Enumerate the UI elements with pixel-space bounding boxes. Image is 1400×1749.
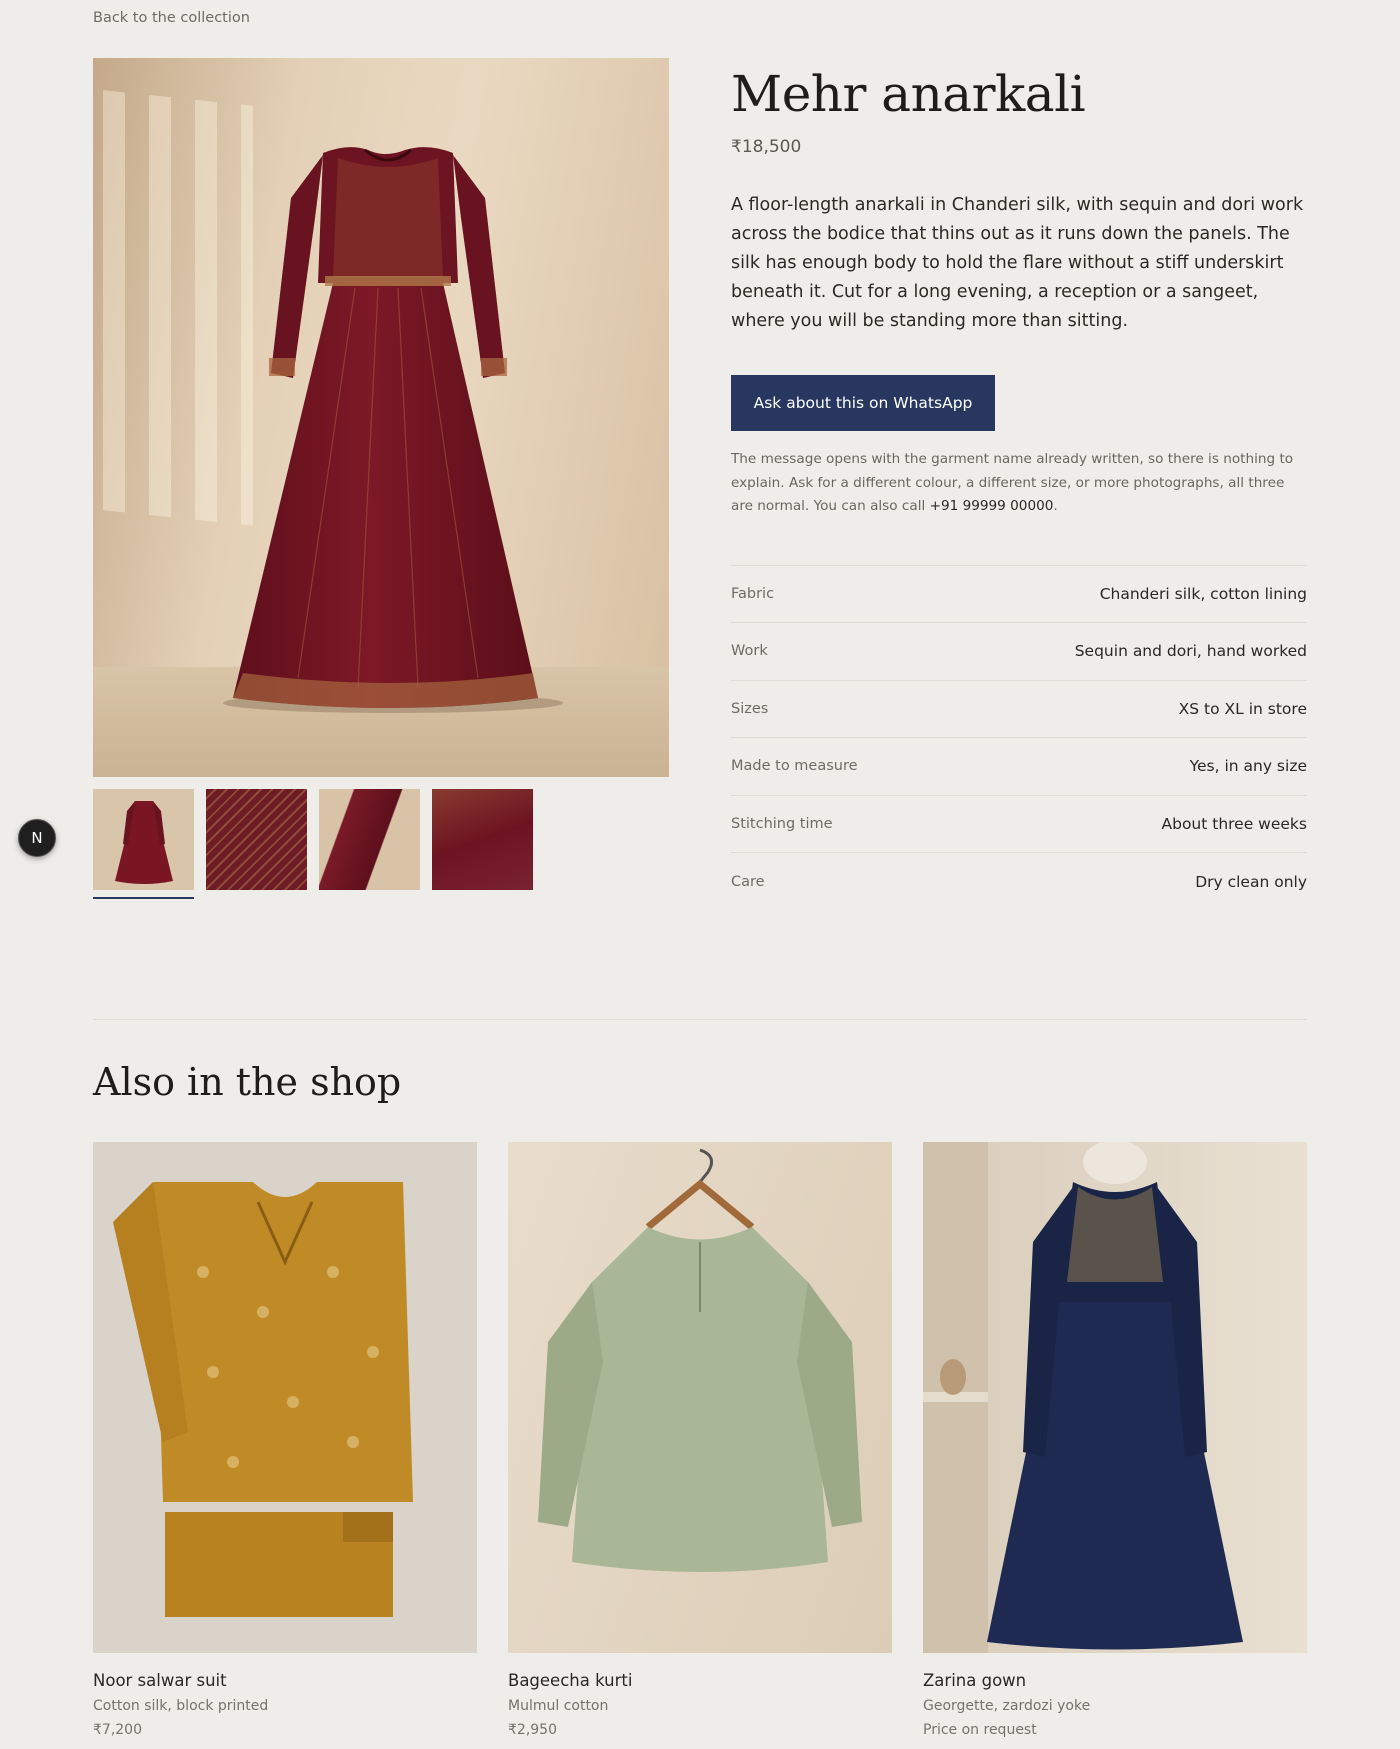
product-price: ₹18,500	[731, 137, 802, 157]
note-end: .	[1053, 498, 1058, 514]
card-name: Zarina gown	[923, 1671, 1027, 1690]
card-name: Noor salwar suit	[93, 1671, 227, 1690]
card-image	[93, 1142, 477, 1653]
thumbnail-1[interactable]	[93, 789, 194, 890]
kurti-illustration	[538, 1148, 862, 1572]
spec-label: Made to measure	[731, 758, 858, 775]
spec-label: Fabric	[731, 585, 775, 602]
spec-row-fabric: Fabric Chanderi silk, cotton lining	[731, 566, 1307, 623]
card-price: ₹7,200	[93, 1722, 142, 1738]
spec-label: Stitching time	[731, 815, 833, 832]
card-image	[923, 1142, 1307, 1653]
card-price: ₹2,950	[508, 1722, 557, 1738]
floating-n-badge[interactable]: N	[18, 819, 56, 857]
thumbnail-4[interactable]	[432, 789, 533, 890]
card-price: Price on request	[923, 1722, 1037, 1738]
thumbnail-strip	[93, 789, 533, 890]
spec-row-sizes: Sizes XS to XL in store	[731, 681, 1307, 738]
spec-row-stitching-time: Stitching time About three weeks	[731, 796, 1308, 853]
spec-label: Care	[731, 873, 765, 890]
spec-row-care: Care Dry clean only	[731, 853, 1307, 911]
thumbnail-dress-full-icon	[115, 801, 173, 884]
related-section-title: Also in the shop	[93, 1060, 402, 1104]
anarkali-dress-illustration	[223, 147, 563, 713]
spec-value: Yes, in any size	[1189, 757, 1307, 776]
card-name: Bageecha kurti	[508, 1671, 633, 1690]
related-card-bageecha[interactable]: Bageecha kurti Mulmul cotton ₹2,950	[508, 1142, 892, 1738]
product-main-image[interactable]	[93, 58, 669, 777]
product-title: Mehr anarkali	[731, 65, 1086, 123]
spec-row-work: Work Sequin and dori, hand worked	[731, 623, 1307, 681]
thumbnail-2[interactable]	[206, 789, 307, 890]
product-info: Mehr anarkali ₹18,500 A floor-length ana…	[731, 65, 1307, 911]
thumbnail-3[interactable]	[319, 789, 420, 890]
gown-illustration	[923, 1142, 1243, 1653]
spec-value: Dry clean only	[1195, 872, 1307, 891]
product-description: A floor-length anarkali in Chanderi silk…	[731, 195, 1304, 331]
related-products-grid: Noor salwar suit Cotton silk, block prin…	[93, 1142, 1307, 1738]
back-to-collection-link[interactable]: Back to the collection	[93, 10, 250, 26]
card-fabric: Georgette, zardozi yoke	[923, 1698, 1091, 1714]
whatsapp-note: The message opens with the garment name …	[731, 448, 1307, 519]
spec-value: Sequin and dori, hand worked	[1074, 642, 1307, 661]
spec-value: XS to XL in store	[1178, 699, 1307, 718]
card-fabric: Mulmul cotton	[508, 1698, 609, 1714]
card-fabric: Cotton silk, block printed	[93, 1698, 269, 1714]
card-image	[508, 1142, 892, 1653]
spec-value: Chanderi silk, cotton lining	[1099, 584, 1307, 603]
whatsapp-button[interactable]: Ask about this on WhatsApp	[731, 375, 995, 431]
spec-value: About three weeks	[1161, 814, 1308, 833]
spec-label: Work	[731, 643, 768, 660]
spec-label: Sizes	[731, 700, 769, 717]
spec-row-made-to-measure: Made to measure Yes, in any size	[731, 738, 1307, 796]
related-card-noor[interactable]: Noor salwar suit Cotton silk, block prin…	[93, 1142, 477, 1738]
spec-table: Fabric Chanderi silk, cotton lining Work…	[731, 564, 1308, 911]
related-card-zarina[interactable]: Zarina gown Georgette, zardozi yoke Pric…	[923, 1142, 1307, 1738]
phone-number[interactable]: +91 99999 00000	[930, 498, 1054, 514]
active-thumbnail-indicator	[93, 897, 194, 899]
section-divider	[93, 1019, 1307, 1020]
salwar-suit-illustration	[113, 1182, 413, 1617]
